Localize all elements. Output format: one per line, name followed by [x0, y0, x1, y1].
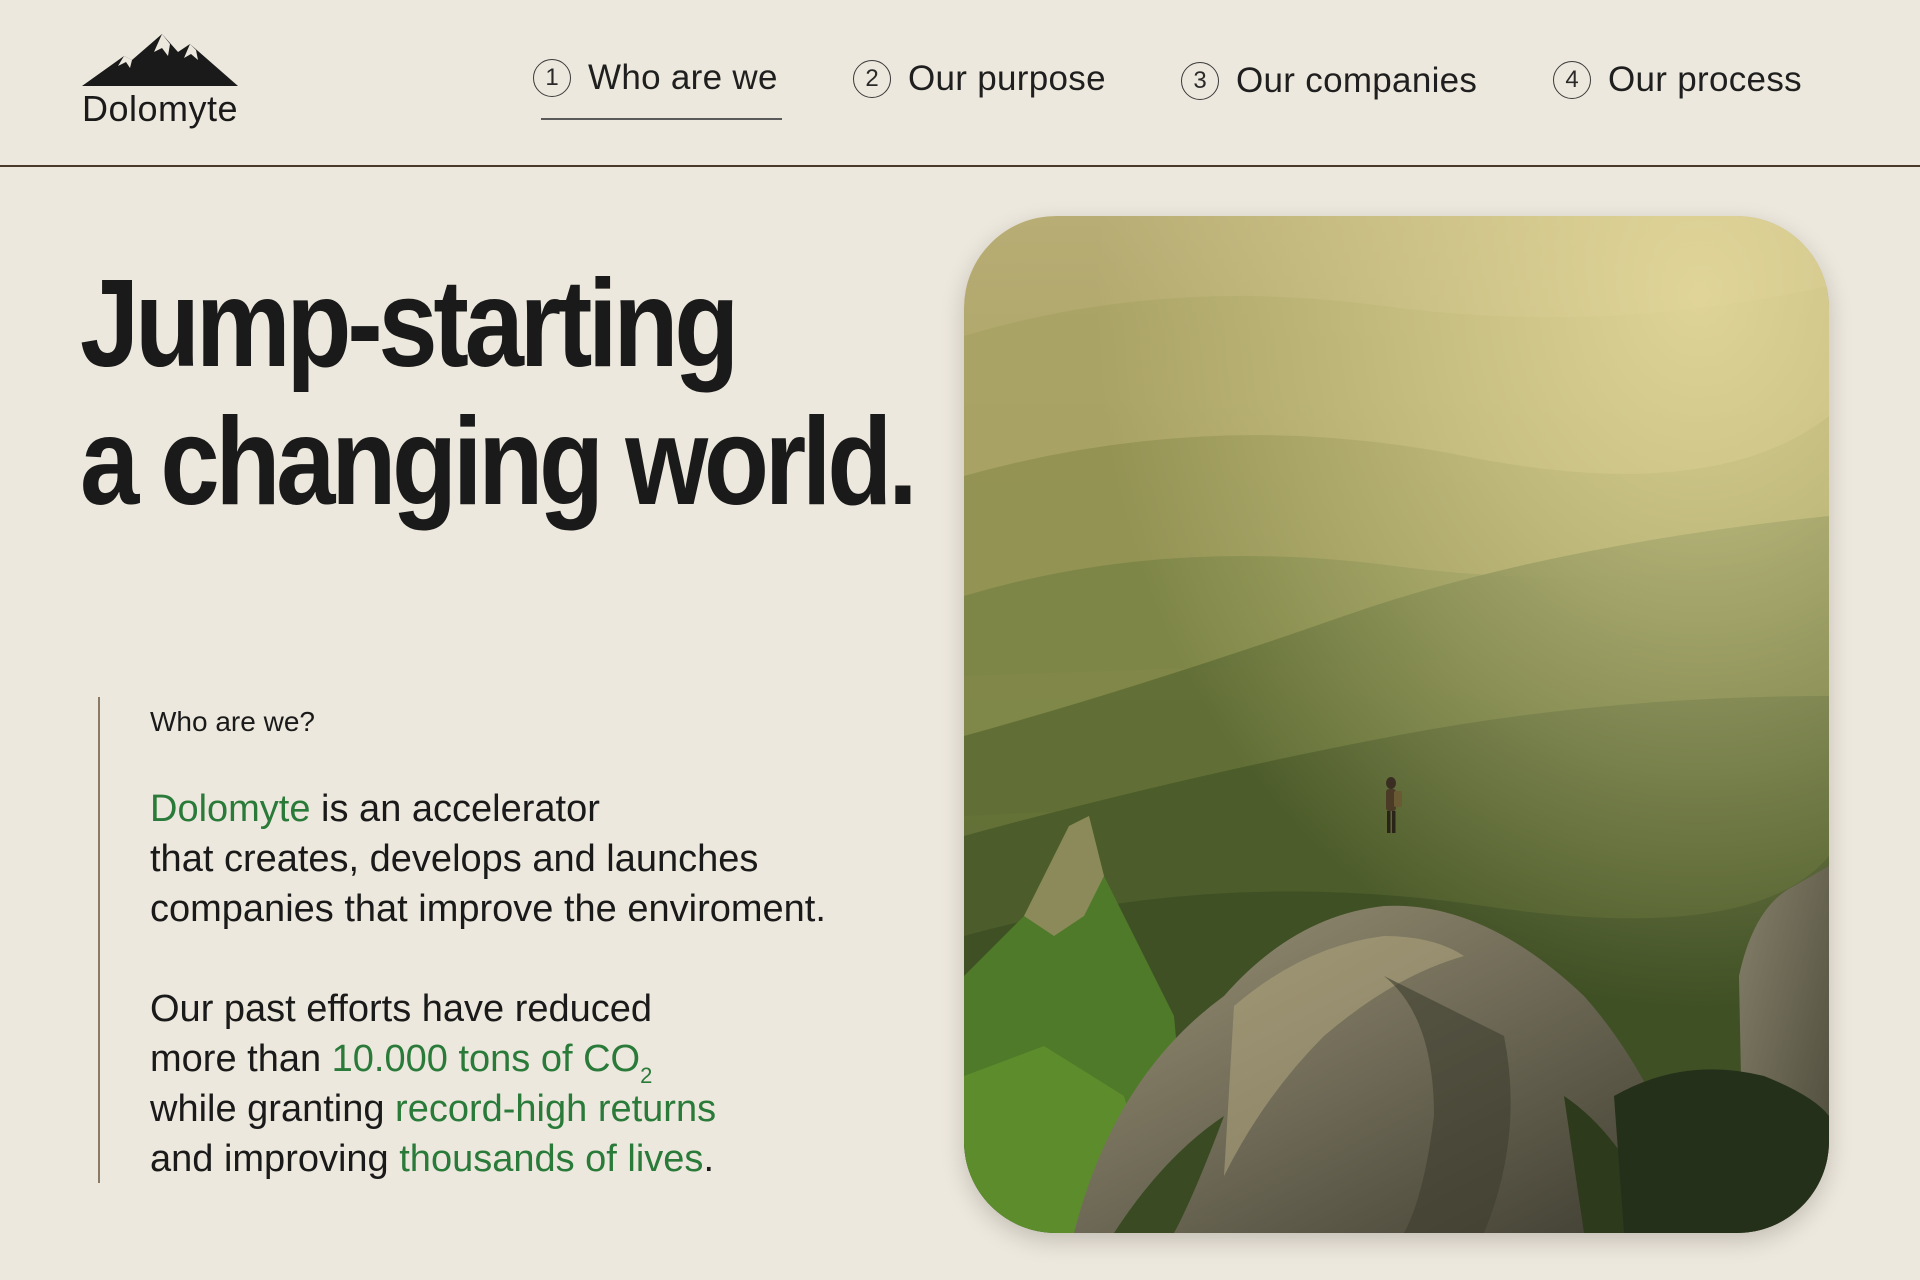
impact-line-3-prefix: while granting [150, 1088, 396, 1130]
nav-label: Who are we [588, 58, 778, 97]
mountain-logo-icon [82, 34, 238, 86]
intro-line-3: companies that improve the enviroment. [150, 888, 826, 930]
nav-item-our-process[interactable]: 4 Our process [1553, 60, 1802, 100]
nav-number-badge: 4 [1553, 61, 1591, 99]
nav-number-badge: 3 [1181, 62, 1219, 100]
intro-line-2: that creates, develops and launches [150, 838, 759, 880]
section-label: Who are we? [150, 706, 315, 737]
intro-paragraph: Dolomyte is an accelerator that creates,… [150, 784, 858, 934]
returns-highlight: record-high returns [395, 1088, 717, 1130]
hero-photo [964, 216, 1829, 1233]
brand-name: Dolomyte [81, 88, 239, 129]
headline-line-2: a changing world. [80, 393, 918, 531]
nav-item-our-purpose[interactable]: 2 Our purpose [853, 59, 1106, 99]
who-are-we-section: Who are we? Dolomyte is an accelerator t… [98, 697, 858, 1183]
nav-number-badge: 2 [853, 60, 891, 98]
nav-label: Our purpose [908, 59, 1106, 98]
nav-number-badge: 1 [533, 59, 571, 97]
co2-text: 10.000 tons of CO [331, 1038, 641, 1080]
impact-line-3: while granting record-high returns [150, 1084, 858, 1134]
impact-line-2-prefix: more than [150, 1038, 332, 1080]
brand-logo[interactable]: Dolomyte [78, 30, 242, 134]
nav-item-our-companies[interactable]: 3 Our companies [1181, 61, 1477, 101]
intro-line-1-text: is an accelerator [310, 788, 600, 830]
impact-line-4-suffix: . [703, 1138, 714, 1180]
co2-highlight: 10.000 tons of CO2 [331, 1038, 653, 1087]
nav-item-who-are-we[interactable]: 1 Who are we [533, 58, 782, 120]
hero-headline: Jump-starting a changing world. [80, 255, 918, 531]
lives-highlight: thousands of lives [399, 1138, 704, 1180]
impact-paragraph: Our past efforts have reduced more than … [150, 984, 858, 1184]
impact-line-4: and improving thousands of lives. [150, 1134, 858, 1184]
brand-highlight: Dolomyte [150, 788, 311, 830]
impact-line-2: more than 10.000 tons of CO2 [150, 1034, 858, 1087]
nav-label: Our process [1608, 60, 1802, 99]
impact-line-1: Our past efforts have reduced [150, 988, 653, 1030]
headline-line-1: Jump-starting [80, 255, 739, 393]
nav-label: Our companies [1236, 61, 1478, 100]
site-header: Dolomyte 1 Who are we 2 Our purpose 3 Ou… [0, 0, 1920, 167]
impact-line-4-prefix: and improving [150, 1138, 400, 1180]
hiker-on-mountain-peak-photo [964, 216, 1829, 1233]
intro-line-1: Dolomyte is an accelerator [150, 784, 858, 834]
